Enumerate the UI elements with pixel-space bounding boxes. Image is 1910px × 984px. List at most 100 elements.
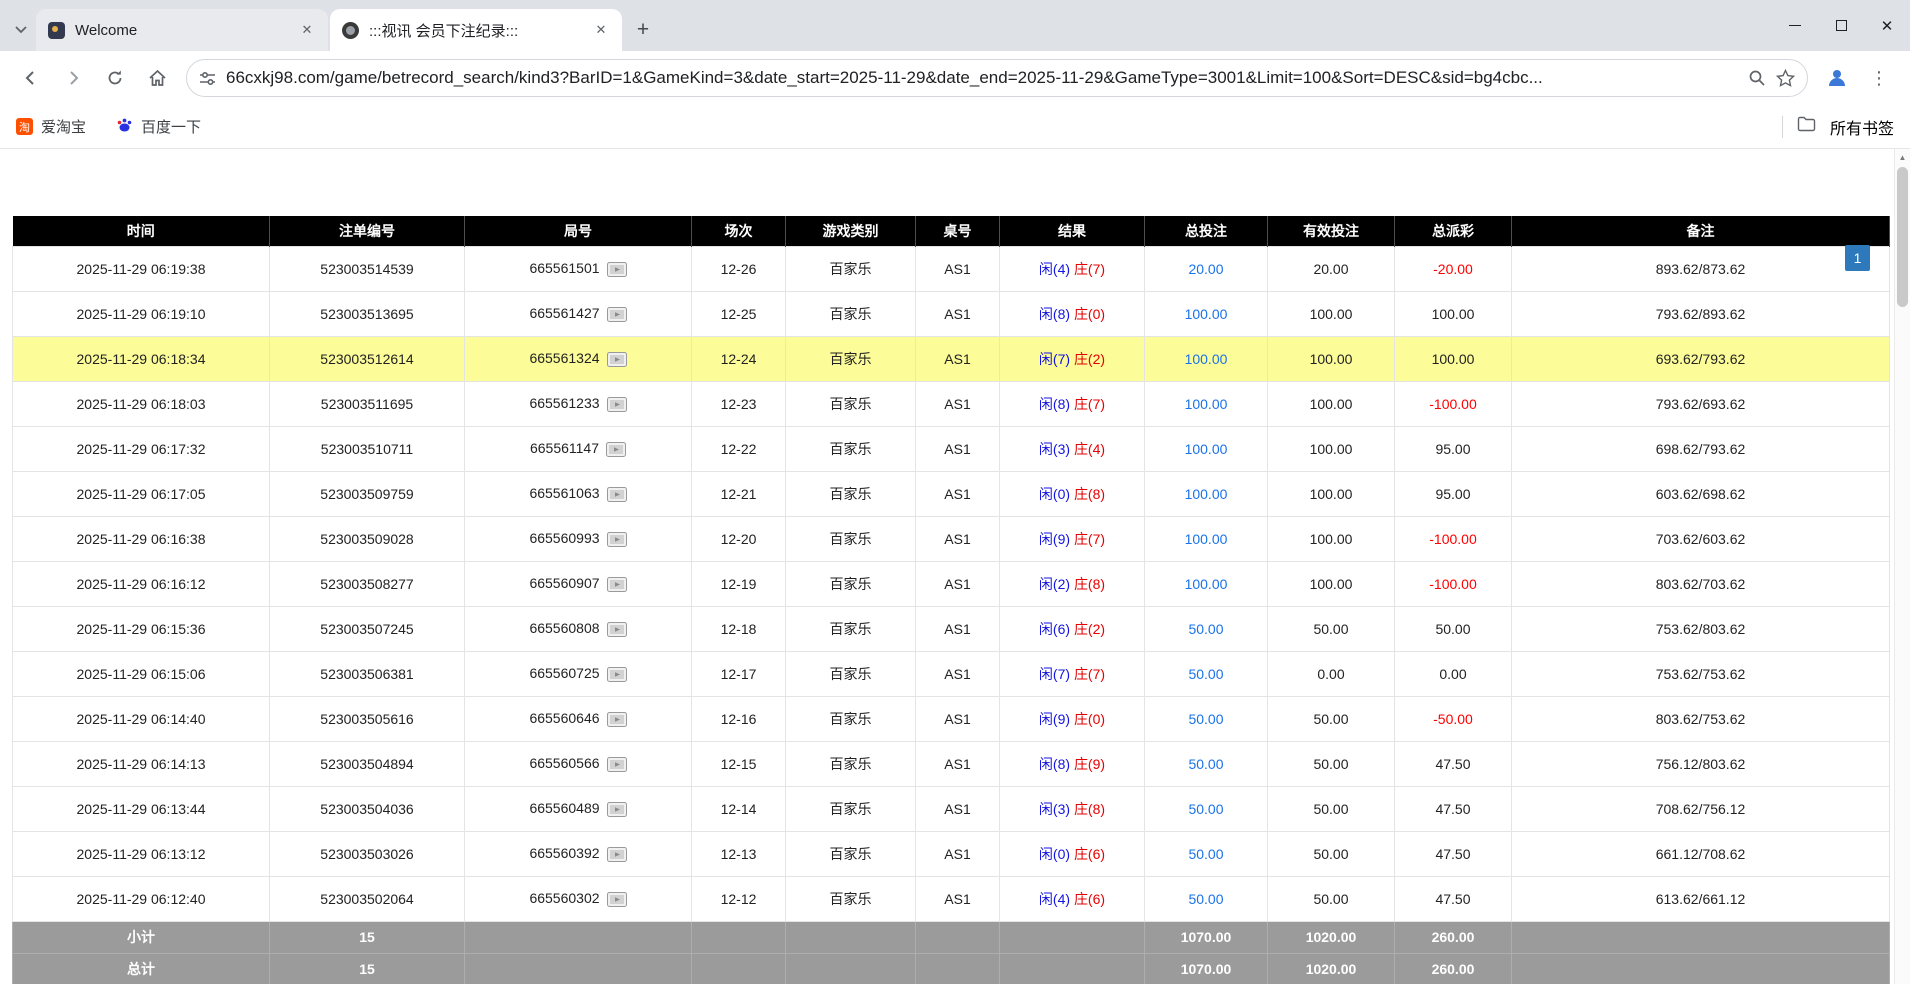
video-replay-icon[interactable] [607,350,627,366]
total-bet-link[interactable]: 100.00 [1185,351,1228,367]
cell-table-no: AS1 [916,426,1000,471]
video-replay-icon[interactable] [607,755,627,771]
cell-round-no: 665560808 [465,606,692,651]
cell-total-bet: 100.00 [1145,471,1268,516]
forward-button[interactable] [54,59,92,97]
bookmark-baidu[interactable]: 百度一下 [116,116,201,137]
bookmarks-bar: 淘 爱淘宝 百度一下 所有书签 [0,105,1910,149]
summary-cell: 260.00 [1395,953,1512,984]
video-replay-icon[interactable] [607,575,627,591]
profile-avatar-icon[interactable] [1818,59,1856,97]
tab-close-icon[interactable]: ✕ [298,21,316,39]
window-maximize-button[interactable] [1818,0,1864,51]
cell-game-type: 百家乐 [786,741,916,786]
summary-cell [465,921,692,953]
result-banker: 庄(2) [1074,351,1105,367]
tab-close-icon[interactable]: ✕ [592,21,610,39]
cell-table-no: AS1 [916,831,1000,876]
tab-welcome[interactable]: Welcome ✕ [36,9,328,51]
total-bet-link[interactable]: 100.00 [1185,576,1228,592]
video-replay-icon[interactable] [607,395,627,411]
video-replay-icon[interactable] [607,800,627,816]
bookmark-aitaobao[interactable]: 淘 爱淘宝 [16,116,86,137]
total-bet-link[interactable]: 100.00 [1185,306,1228,322]
bet-records-table: 时间注单编号局号场次游戏类别桌号结果总投注有效投注总派彩备注 2025-11-2… [12,216,1890,984]
round-number: 665561324 [529,350,599,366]
column-header: 总投注 [1145,216,1268,246]
total-bet-link[interactable]: 100.00 [1185,531,1228,547]
total-bet-link[interactable]: 20.00 [1188,261,1223,277]
result-banker: 庄(4) [1074,441,1105,457]
total-bet-link[interactable]: 50.00 [1188,891,1223,907]
video-replay-icon[interactable] [607,620,627,636]
window-close-button[interactable]: ✕ [1864,0,1910,51]
total-bet-link[interactable]: 50.00 [1188,621,1223,637]
cell-time: 2025-11-29 06:19:38 [13,246,270,291]
bet-record-row: 2025-11-29 06:19:10523003513695665561427… [13,291,1890,336]
cell-time: 2025-11-29 06:16:38 [13,516,270,561]
summary-cell: 1020.00 [1268,921,1395,953]
video-replay-icon[interactable] [607,845,627,861]
cell-session: 12-12 [692,876,786,921]
tab-strip: Welcome ✕ :::视讯 会员下注纪录::: ✕ + ✕ [0,0,1910,51]
scrollbar-up-arrow-icon[interactable]: ▲ [1895,149,1910,166]
video-replay-icon[interactable] [607,260,627,276]
cell-time: 2025-11-29 06:16:12 [13,561,270,606]
window-minimize-button[interactable] [1772,0,1818,51]
cell-time: 2025-11-29 06:12:40 [13,876,270,921]
round-number: 665560566 [529,755,599,771]
cell-payout: 95.00 [1395,426,1512,471]
tab-bet-record[interactable]: :::视讯 会员下注纪录::: ✕ [330,9,622,51]
total-bet-link[interactable]: 50.00 [1188,756,1223,772]
page-scrollbar[interactable]: ▲ [1894,149,1910,984]
round-number: 665560725 [529,665,599,681]
cell-round-no: 665560392 [465,831,692,876]
all-bookmarks-group[interactable]: 所有书签 [1782,115,1894,139]
total-bet-link[interactable]: 50.00 [1188,801,1223,817]
home-button[interactable] [138,59,176,97]
cell-result: 闲(2) 庄(8) [1000,561,1145,606]
summary-cell [692,921,786,953]
video-replay-icon[interactable] [607,530,627,546]
cell-bet-no: 523003512614 [270,336,465,381]
cell-session: 12-26 [692,246,786,291]
zoom-magnifier-icon[interactable] [1748,69,1766,87]
total-bet-link[interactable]: 100.00 [1185,486,1228,502]
back-button[interactable] [12,59,50,97]
result-banker: 庄(6) [1074,846,1105,862]
total-bet-link[interactable]: 50.00 [1188,711,1223,727]
tab-search-chevron-icon[interactable] [6,9,36,51]
cell-session: 12-23 [692,381,786,426]
browser-toolbar: 66cxkj98.com/game/betrecord_search/kind3… [0,51,1910,105]
video-replay-icon[interactable] [607,890,627,906]
bookmark-star-icon[interactable] [1776,69,1795,88]
browser-menu-icon[interactable]: ⋮ [1860,59,1898,97]
result-banker: 庄(0) [1074,306,1105,322]
video-replay-icon[interactable] [606,440,626,456]
cell-session: 12-20 [692,516,786,561]
total-bet-link[interactable]: 50.00 [1188,666,1223,682]
pagination-page-1-button[interactable]: 1 [1845,245,1870,271]
site-info-icon[interactable] [199,70,216,87]
total-bet-link[interactable]: 50.00 [1188,846,1223,862]
address-bar[interactable]: 66cxkj98.com/game/betrecord_search/kind3… [186,59,1808,97]
new-tab-button[interactable]: + [628,15,658,45]
refresh-button[interactable] [96,59,134,97]
total-bet-link[interactable]: 100.00 [1185,441,1228,457]
cell-time: 2025-11-29 06:14:13 [13,741,270,786]
url-text[interactable]: 66cxkj98.com/game/betrecord_search/kind3… [226,68,1738,88]
video-replay-icon[interactable] [607,485,627,501]
video-replay-icon[interactable] [607,710,627,726]
cell-table-no: AS1 [916,561,1000,606]
total-bet-link[interactable]: 100.00 [1185,396,1228,412]
summary-cell [916,921,1000,953]
scrollbar-thumb[interactable] [1897,167,1908,307]
cell-round-no: 665560646 [465,696,692,741]
video-replay-icon[interactable] [607,665,627,681]
cell-time: 2025-11-29 06:17:05 [13,471,270,516]
result-player: 闲(6) [1039,621,1070,637]
result-player: 闲(8) [1039,396,1070,412]
video-replay-icon[interactable] [607,305,627,321]
cell-payout: 50.00 [1395,606,1512,651]
cell-valid-bet: 100.00 [1268,291,1395,336]
